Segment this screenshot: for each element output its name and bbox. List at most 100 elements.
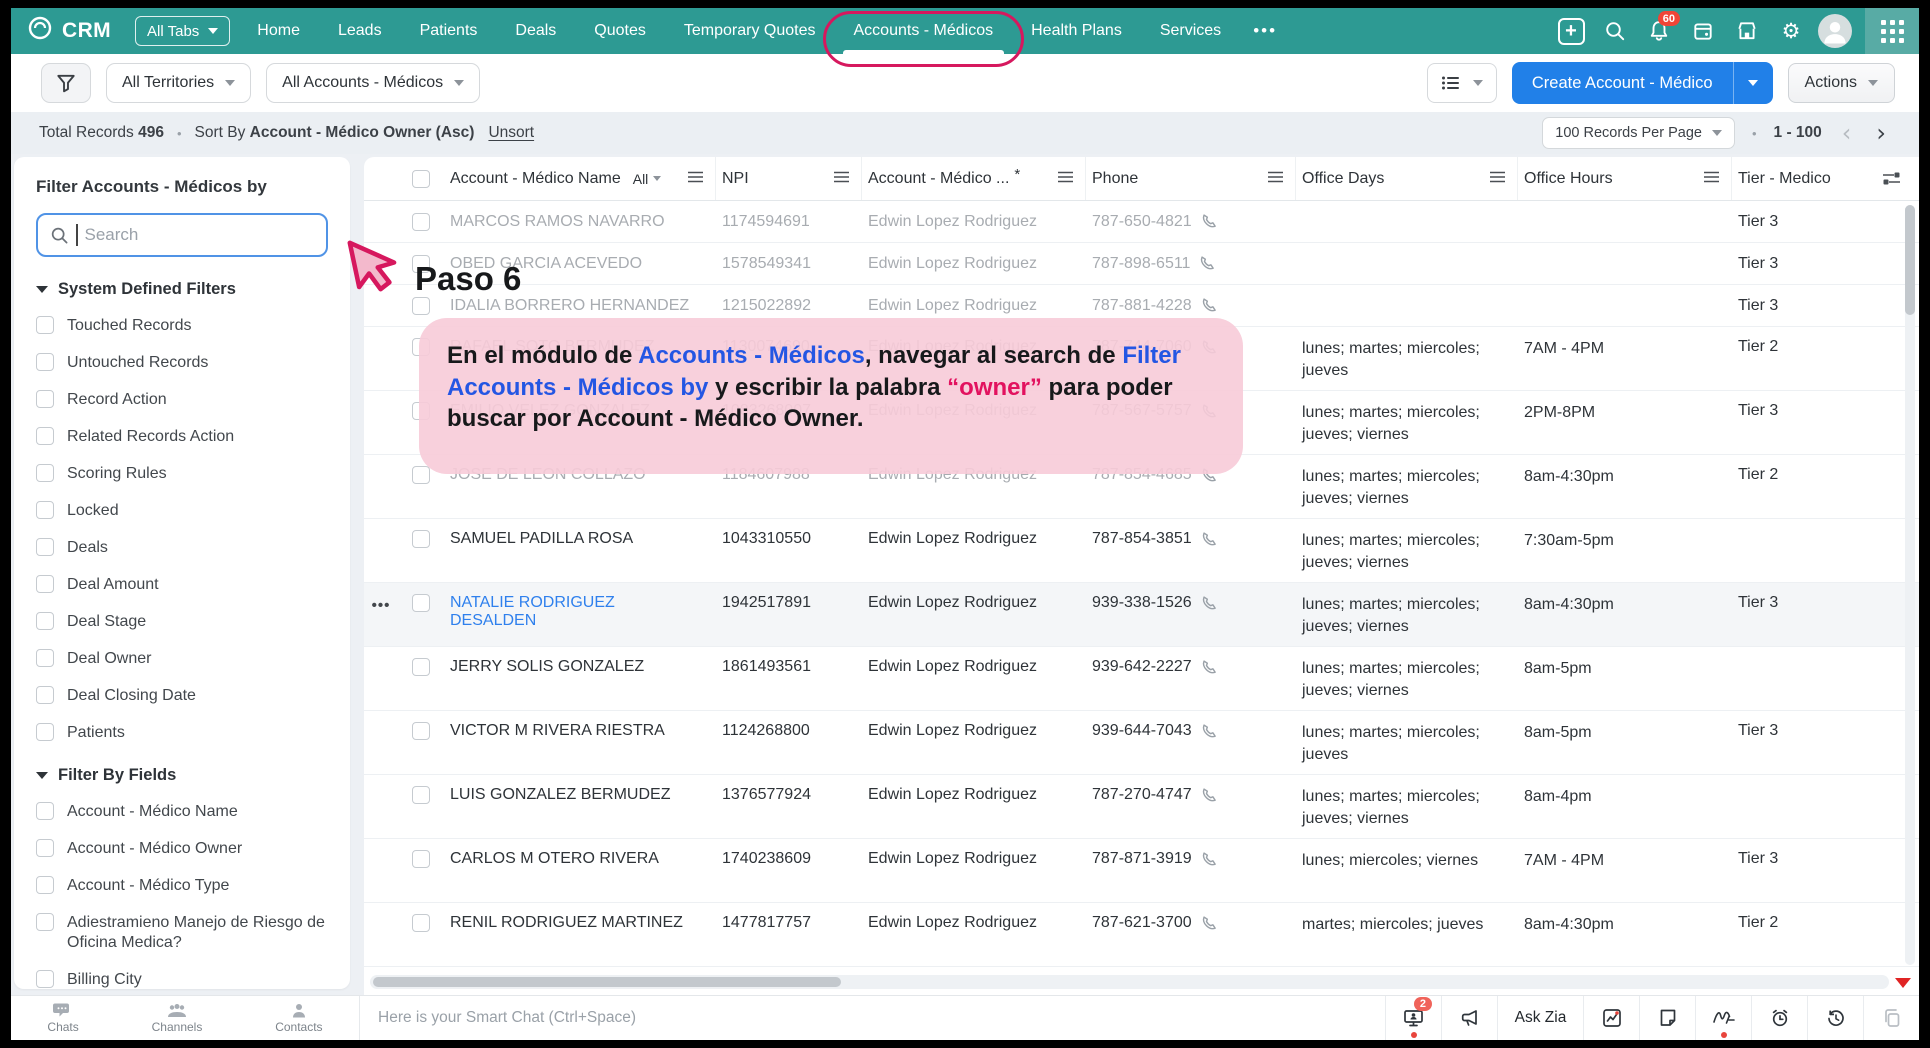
- filter-section-header[interactable]: Filter By Fields: [36, 766, 328, 785]
- filter-item[interactable]: Locked: [36, 501, 328, 521]
- filter-item[interactable]: Billing City: [36, 970, 328, 989]
- alarm-button[interactable]: [1751, 996, 1807, 1040]
- checkbox-icon[interactable]: [36, 427, 54, 445]
- column-header-owner[interactable]: Account - Médico ... *: [862, 157, 1086, 200]
- column-header-name[interactable]: Account - Médico Name All: [444, 157, 716, 200]
- filter-item[interactable]: Account - Médico Name: [36, 802, 328, 822]
- row-checkbox[interactable]: [398, 285, 444, 326]
- records-per-page-dropdown[interactable]: 100 Records Per Page: [1542, 117, 1735, 149]
- filter-section-header[interactable]: System Defined Filters: [36, 280, 328, 299]
- actions-button[interactable]: Actions: [1788, 63, 1895, 103]
- more-tabs-button[interactable]: •••: [1240, 21, 1290, 41]
- filter-item[interactable]: Record Action: [36, 390, 328, 410]
- row-actions-icon[interactable]: •••: [364, 583, 398, 646]
- cell-name[interactable]: VICTOR M RIVERA RIESTRA: [444, 711, 716, 774]
- row-checkbox[interactable]: [398, 201, 444, 242]
- smart-chat-input[interactable]: Here is your Smart Chat (Ctrl+Space): [378, 996, 1385, 1040]
- marketplace-button[interactable]: [1725, 8, 1769, 54]
- checkbox-icon[interactable]: [36, 970, 54, 988]
- create-account-button[interactable]: Create Account - Médico: [1512, 62, 1773, 104]
- table-row[interactable]: ••• JOSE DE LEON COLLAZO 1184607988 Edwi…: [364, 455, 1919, 519]
- nav-tab-services[interactable]: Services: [1141, 8, 1240, 54]
- column-settings-button[interactable]: [1882, 157, 1919, 200]
- filter-search-input[interactable]: Search: [36, 213, 328, 257]
- nav-tab-leads[interactable]: Leads: [319, 8, 401, 54]
- cell-name[interactable]: EMILIO VELEZ GONZALEZ: [444, 391, 716, 454]
- list-view-dropdown[interactable]: All Accounts - Médicos: [266, 63, 480, 103]
- column-menu-icon[interactable]: [688, 170, 703, 188]
- checkbox-icon[interactable]: [36, 390, 54, 408]
- nav-tab-quotes[interactable]: Quotes: [575, 8, 665, 54]
- table-row[interactable]: ••• JERRY SOLIS GONZALEZ 1861493561 Edwi…: [364, 647, 1919, 711]
- history-button[interactable]: [1807, 996, 1863, 1040]
- phone-icon[interactable]: [1201, 403, 1218, 420]
- row-checkbox[interactable]: [398, 647, 444, 710]
- column-header-office-days[interactable]: Office Days: [1296, 157, 1518, 200]
- table-row[interactable]: ••• RAFAEL SOTO BERMUDEZ 1130074690 Edwi…: [364, 327, 1919, 391]
- table-row[interactable]: ••• CARLOS M OTERO RIVERA 1740238609 Edw…: [364, 839, 1919, 903]
- prev-page-button[interactable]: ‹: [1837, 121, 1857, 145]
- app-launcher-button[interactable]: [1865, 8, 1919, 54]
- column-header-office-hours[interactable]: Office Hours: [1518, 157, 1732, 200]
- row-checkbox[interactable]: [398, 519, 444, 582]
- notifications-button[interactable]: 60: [1637, 8, 1681, 54]
- column-menu-icon[interactable]: [1268, 170, 1283, 188]
- cell-name[interactable]: RENIL RODRIGUEZ MARTINEZ: [444, 903, 716, 966]
- filter-item[interactable]: Patients: [36, 723, 328, 743]
- phone-icon[interactable]: [1201, 213, 1218, 230]
- checkbox-icon[interactable]: [36, 501, 54, 519]
- phone-icon[interactable]: [1201, 467, 1218, 484]
- select-all-checkbox[interactable]: [398, 157, 444, 200]
- row-checkbox[interactable]: [398, 839, 444, 902]
- create-account-menu-button[interactable]: [1733, 62, 1773, 104]
- filter-toggle-button[interactable]: [41, 63, 91, 103]
- unsort-link[interactable]: Unsort: [488, 124, 534, 142]
- quick-create-button[interactable]: +: [1549, 8, 1593, 54]
- nav-tab-health-plans[interactable]: Health Plans: [1012, 8, 1141, 54]
- phone-icon[interactable]: [1201, 531, 1218, 548]
- row-checkbox[interactable]: [398, 455, 444, 518]
- checkbox-icon[interactable]: [36, 353, 54, 371]
- ask-zia-button[interactable]: Ask Zia: [1497, 996, 1583, 1040]
- global-search-button[interactable]: [1593, 8, 1637, 54]
- horizontal-scroll-thumb[interactable]: [373, 977, 841, 987]
- row-checkbox[interactable]: [398, 327, 444, 390]
- checkbox-icon[interactable]: [36, 913, 54, 931]
- filter-item[interactable]: Account - Médico Type: [36, 876, 328, 896]
- checkbox-icon[interactable]: [36, 649, 54, 667]
- cell-name[interactable]: MARCOS RAMOS NAVARRO: [444, 201, 716, 242]
- territory-dropdown[interactable]: All Territories: [106, 63, 251, 103]
- checkbox-icon[interactable]: [36, 316, 54, 334]
- zia-signature-button[interactable]: [1695, 996, 1751, 1040]
- cell-name[interactable]: SAMUEL PADILLA ROSA: [444, 519, 716, 582]
- nav-tab-home[interactable]: Home: [238, 8, 319, 54]
- checkbox-icon[interactable]: [36, 686, 54, 704]
- cell-name[interactable]: NATALIE RODRIGUEZ DESALDEN: [444, 583, 716, 646]
- announcement-button[interactable]: [1441, 996, 1497, 1040]
- table-row[interactable]: ••• NATALIE RODRIGUEZ DESALDEN 194251789…: [364, 583, 1919, 647]
- table-row[interactable]: ••• MARCOS RAMOS NAVARRO 1174594691 Edwi…: [364, 201, 1919, 243]
- phone-icon[interactable]: [1201, 595, 1218, 612]
- filter-item[interactable]: Account - Médico Owner: [36, 839, 328, 859]
- column-menu-icon[interactable]: [1704, 170, 1719, 188]
- filter-item[interactable]: Adiestramieno Manejo de Riesgo de Oficin…: [36, 913, 328, 953]
- filter-item[interactable]: Deal Owner: [36, 649, 328, 669]
- vertical-scroll-thumb[interactable]: [1905, 205, 1915, 315]
- checkbox-icon[interactable]: [36, 538, 54, 556]
- column-header-phone[interactable]: Phone: [1086, 157, 1296, 200]
- notes-button[interactable]: [1639, 996, 1695, 1040]
- table-row[interactable]: ••• SAMUEL PADILLA ROSA 1043310550 Edwin…: [364, 519, 1919, 583]
- chats-button[interactable]: Chats: [47, 1002, 78, 1034]
- phone-icon[interactable]: [1201, 915, 1218, 932]
- contacts-button[interactable]: Contacts: [275, 1002, 322, 1034]
- channels-button[interactable]: Channels: [152, 1002, 203, 1034]
- phone-icon[interactable]: [1201, 723, 1218, 740]
- cell-name[interactable]: JERRY SOLIS GONZALEZ: [444, 647, 716, 710]
- filter-item[interactable]: Deal Closing Date: [36, 686, 328, 706]
- checkbox-icon[interactable]: [36, 612, 54, 630]
- phone-icon[interactable]: [1201, 659, 1218, 676]
- row-checkbox[interactable]: [398, 903, 444, 966]
- nav-tab-deals[interactable]: Deals: [496, 8, 575, 54]
- column-header-tier[interactable]: Tier - Medico: [1732, 157, 1882, 200]
- phone-icon[interactable]: [1201, 851, 1218, 868]
